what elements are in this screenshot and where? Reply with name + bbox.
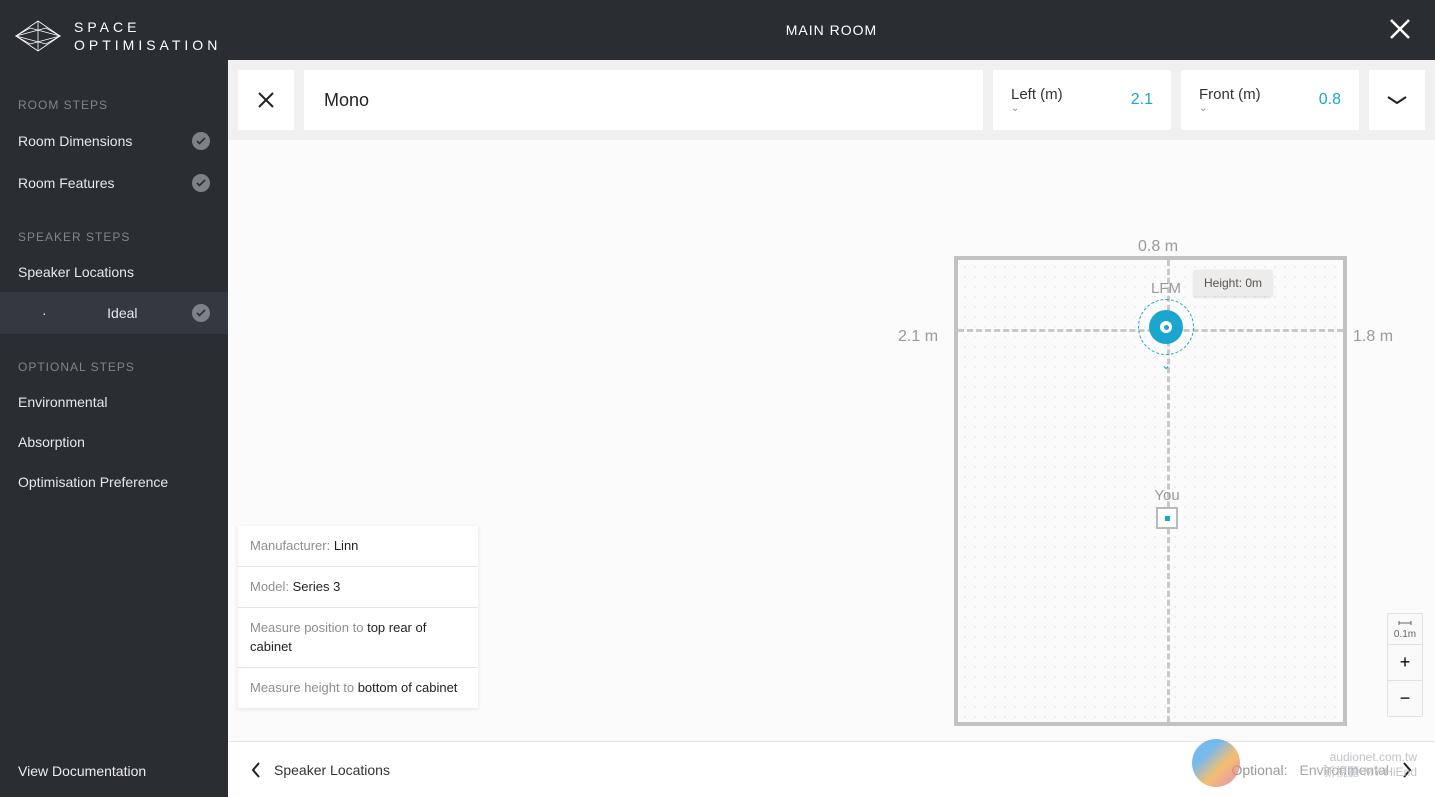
top-bar: MAIN ROOM (228, 0, 1435, 60)
section-speaker-steps: SPEAKER STEPS (0, 222, 228, 252)
info-model: Model: Series 3 (238, 567, 478, 608)
section-optional-steps: OPTIONAL STEPS (0, 352, 228, 382)
scale-icon (1398, 620, 1412, 626)
sidebar-item-label: Absorption (18, 434, 85, 450)
sidebar-item-optimisation-preference[interactable]: Optimisation Preference (0, 462, 228, 502)
left-distance-input[interactable]: Left (m) ⌄ 2.1 (993, 70, 1171, 130)
sidebar-item-label: Room Dimensions (18, 133, 132, 149)
close-icon (256, 90, 276, 110)
sidebar: SPACEOPTIMISATION ROOM STEPS Room Dimens… (0, 0, 228, 797)
dimension-top: 0.8 m (1138, 238, 1178, 256)
speaker-info-card: Manufacturer: Linn Model: Series 3 Measu… (238, 526, 478, 708)
control-row: Mono Left (m) ⌄ 2.1 Front (m) ⌄ 0.8 (228, 60, 1435, 140)
room-outline: LFM ⌄ Height: 0m You (954, 256, 1347, 726)
check-icon (192, 304, 210, 322)
chevron-down-icon: ⌄ (1199, 103, 1207, 114)
section-room-steps: ROOM STEPS (0, 90, 228, 120)
expand-button[interactable] (1369, 70, 1425, 130)
sidebar-item-room-features[interactable]: Room Features (0, 162, 228, 204)
info-manufacturer: Manufacturer: Linn (238, 526, 478, 567)
sidebar-item-room-dimensions[interactable]: Room Dimensions (0, 120, 228, 162)
sidebar-item-label: Environmental (18, 394, 108, 410)
listener-label: You (1154, 487, 1179, 504)
info-measure-height: Measure height to bottom of cabinet (238, 668, 478, 708)
sidebar-item-label: Speaker Locations (18, 264, 134, 280)
sidebar-item-label: Room Features (18, 175, 114, 191)
sidebar-item-label: Optimisation Preference (18, 474, 168, 490)
dimension-left: 2.1 m (898, 328, 938, 346)
next-label: Environmental (1300, 762, 1390, 778)
sidebar-item-label: Ideal (107, 305, 137, 321)
page-title: MAIN ROOM (786, 22, 877, 38)
sidebar-item-ideal[interactable]: Ideal (0, 292, 228, 334)
speaker-marker[interactable]: LFM ⌄ (1138, 299, 1194, 355)
zoom-control: 0.1m + − (1387, 613, 1423, 717)
next-optional: Optional: (1231, 762, 1287, 778)
chevron-down-icon: ⌄ (1011, 103, 1019, 114)
height-tooltip: Height: 0m (1194, 270, 1272, 296)
back-label: Speaker Locations (274, 762, 390, 778)
room-canvas[interactable]: 0.8 m 2.1 m 1.8 m LFM ⌄ Height: 0m You (228, 140, 1435, 797)
chevron-right-icon (1401, 761, 1413, 779)
next-button[interactable]: Optional: Environmental (1231, 761, 1413, 779)
chevron-left-icon (250, 761, 262, 779)
close-button[interactable] (1387, 16, 1413, 47)
speaker-label: LFM (1151, 280, 1181, 297)
channel-label: Mono (304, 70, 983, 130)
panel-close-button[interactable] (238, 70, 294, 130)
close-icon (1387, 16, 1413, 42)
chevron-down-icon (1386, 95, 1408, 105)
field-value: 2.1 (1131, 91, 1153, 109)
sidebar-item-speaker-locations[interactable]: Speaker Locations (0, 252, 228, 292)
chevron-down-icon: ⌄ (1161, 358, 1171, 372)
logo-icon (14, 19, 62, 53)
main-panel: MAIN ROOM Mono Left (m) ⌄ 2.1 Front (m) … (228, 0, 1435, 797)
view-documentation-link[interactable]: View Documentation (0, 745, 228, 797)
zoom-out-button[interactable]: − (1388, 680, 1422, 716)
sidebar-item-environmental[interactable]: Environmental (0, 382, 228, 422)
field-value: 0.8 (1319, 91, 1341, 109)
zoom-in-button[interactable]: + (1388, 644, 1422, 680)
front-distance-input[interactable]: Front (m) ⌄ 0.8 (1181, 70, 1359, 130)
listener-marker[interactable]: You (1156, 507, 1178, 529)
back-button[interactable]: Speaker Locations (250, 761, 390, 779)
zoom-scale-label: 0.1m (1388, 614, 1422, 644)
dimension-right: 1.8 m (1353, 328, 1393, 346)
app-logo: SPACEOPTIMISATION (0, 0, 228, 72)
info-measure-position: Measure position to top rear of cabinet (238, 608, 478, 667)
footer-nav: Speaker Locations Optional: Environmenta… (228, 741, 1435, 797)
field-label: Left (m) (1011, 86, 1063, 103)
check-icon (192, 132, 210, 150)
field-label: Front (m) (1199, 86, 1261, 103)
check-icon (192, 174, 210, 192)
sidebar-item-absorption[interactable]: Absorption (0, 422, 228, 462)
